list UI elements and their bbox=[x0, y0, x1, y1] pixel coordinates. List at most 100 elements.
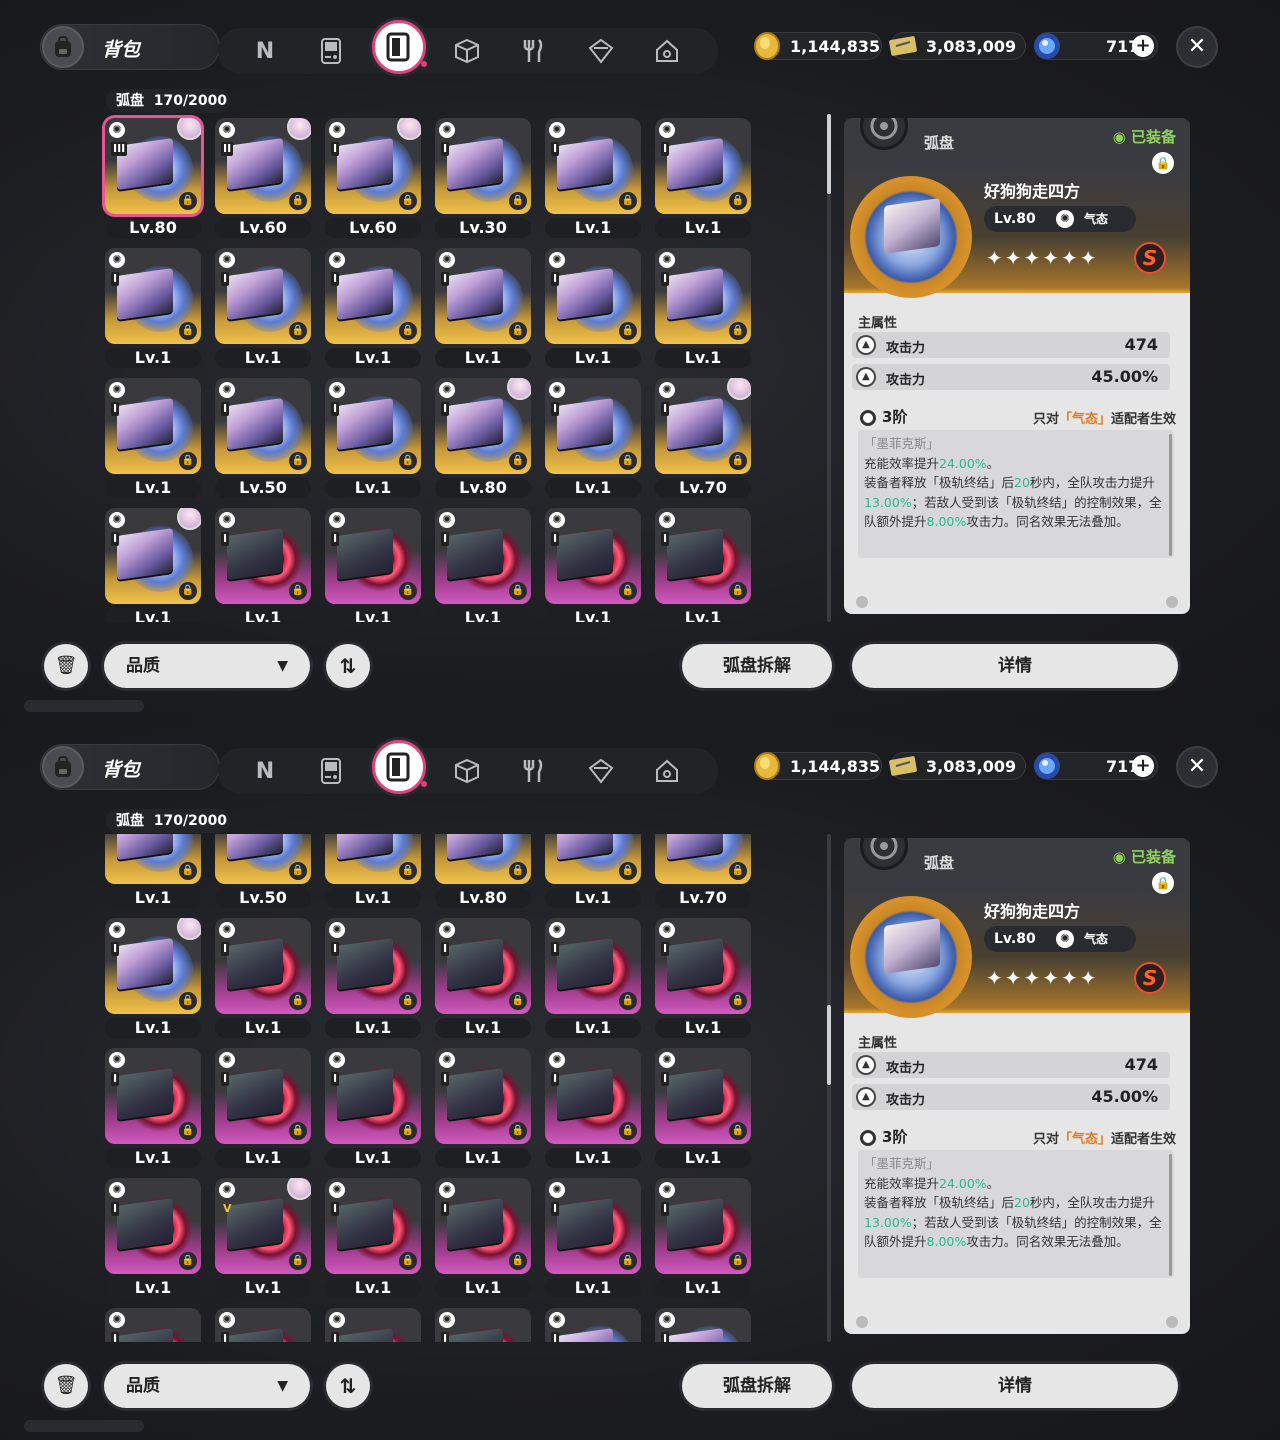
disc-card[interactable]: ✺ V 🔒 bbox=[215, 1178, 311, 1274]
lock-toggle-button[interactable]: 🔒 bbox=[1152, 872, 1174, 894]
disc-card[interactable]: ✺I🔒 bbox=[215, 248, 311, 344]
disc-card[interactable]: ✺I🔒 bbox=[215, 378, 311, 474]
disc-card[interactable]: ✺I🔒 bbox=[435, 1048, 531, 1144]
attribute-icon: ✺ bbox=[549, 122, 565, 138]
disc-card[interactable]: ✺I🔒 bbox=[545, 1048, 641, 1144]
disc-card[interactable]: ✺I🔒 bbox=[545, 834, 641, 884]
disc-card[interactable]: ✺I🔒 bbox=[325, 508, 421, 604]
close-button[interactable]: ✕ bbox=[1176, 26, 1218, 68]
trash-button[interactable]: 🗑 bbox=[44, 1364, 88, 1408]
disc-card[interactable]: ✺I🔒 bbox=[325, 1048, 421, 1144]
disc-card[interactable]: ✺I🔒 bbox=[105, 508, 201, 604]
disc-card[interactable]: ✺I🔒 bbox=[435, 1178, 531, 1274]
disc-card[interactable]: ✺I🔒 bbox=[105, 248, 201, 344]
disc-card[interactable]: ✺I🔒 bbox=[215, 1308, 311, 1342]
disc-card[interactable]: ✺I🔒 bbox=[435, 378, 531, 474]
sort-button[interactable]: ⇅ bbox=[326, 1364, 370, 1408]
disc-card[interactable]: ✺ II 🔒 bbox=[215, 118, 311, 214]
disc-card[interactable]: ✺I🔒 bbox=[545, 378, 641, 474]
tab-ticket[interactable] bbox=[580, 30, 622, 72]
tab-food[interactable] bbox=[512, 30, 554, 72]
close-button[interactable]: ✕ bbox=[1176, 746, 1218, 788]
grid-scrollbar[interactable] bbox=[827, 114, 831, 622]
scrollbar-thumb[interactable] bbox=[827, 114, 831, 194]
disc-card[interactable]: ✺I🔒 bbox=[105, 1308, 201, 1342]
sort-button[interactable]: ⇅ bbox=[326, 644, 370, 688]
disc-card[interactable]: ✺I🔒 bbox=[325, 834, 421, 884]
disc-card[interactable]: ✺I🔒 bbox=[655, 118, 751, 214]
details-button[interactable]: 详情 bbox=[852, 644, 1178, 688]
trash-icon: 🗑 bbox=[54, 655, 78, 676]
trash-button[interactable]: 🗑 bbox=[44, 644, 88, 688]
description-scrollbar[interactable] bbox=[1169, 434, 1172, 556]
tab-food[interactable] bbox=[512, 750, 554, 792]
details-button[interactable]: 详情 bbox=[852, 1364, 1178, 1408]
description-scrollbar[interactable] bbox=[1169, 1154, 1172, 1276]
disc-card[interactable]: ✺I🔒 bbox=[325, 248, 421, 344]
tab-ticket[interactable] bbox=[580, 750, 622, 792]
disc-card[interactable]: ✺I🔒 bbox=[215, 1048, 311, 1144]
disc-card[interactable]: ✺I🔒 bbox=[545, 1178, 641, 1274]
quality-dropdown[interactable]: 品质 ▼ bbox=[104, 1364, 310, 1408]
disc-card[interactable]: ✺I🔒 bbox=[435, 118, 531, 214]
ticket-amount: 3,083,009 bbox=[926, 756, 1017, 776]
disc-card[interactable]: ✺I🔒 bbox=[655, 378, 751, 474]
disc-card[interactable]: ✺I🔒 bbox=[655, 1048, 751, 1144]
disc-card[interactable]: ✺ III 🔒 bbox=[105, 118, 201, 214]
dismantle-button[interactable]: 弧盘拆解 bbox=[682, 644, 832, 688]
disc-card[interactable]: ✺I🔒 bbox=[325, 378, 421, 474]
disc-card[interactable]: ✺I🔒 bbox=[655, 1308, 751, 1342]
add-currency-button[interactable]: + bbox=[1132, 35, 1154, 57]
attribute-icon: ✺ bbox=[109, 512, 125, 528]
disc-level: Lv.80 bbox=[994, 931, 1036, 947]
add-currency-button[interactable]: + bbox=[1132, 755, 1154, 777]
inventory-count: 弧盘 170/2000 bbox=[106, 89, 230, 113]
disc-card[interactable]: ✺I🔒 bbox=[435, 918, 531, 1014]
disc-card[interactable]: ✺I🔒 bbox=[545, 248, 641, 344]
disc-card[interactable]: ✺I🔒 bbox=[435, 248, 531, 344]
disc-card[interactable]: ✺I🔒 bbox=[545, 118, 641, 214]
disc-card[interactable]: ✺I🔒 bbox=[325, 118, 421, 214]
disc-card[interactable]: ✺I🔒 bbox=[105, 1178, 201, 1274]
disc-card[interactable]: ✺I🔒 bbox=[215, 834, 311, 884]
disc-card[interactable]: ✺I🔒 bbox=[545, 508, 641, 604]
tab-disc[interactable] bbox=[372, 740, 427, 794]
disc-card[interactable]: ✺I🔒 bbox=[545, 918, 641, 1014]
disc-card[interactable]: ✺I🔒 bbox=[105, 1048, 201, 1144]
disc-card[interactable]: ✺I🔒 bbox=[655, 918, 751, 1014]
tab-n-logo[interactable]: N bbox=[244, 30, 286, 72]
stat-row: ▲ 攻击力 474 bbox=[852, 332, 1170, 358]
tab-house[interactable] bbox=[646, 30, 688, 72]
disc-card[interactable]: ✺I🔒 bbox=[105, 918, 201, 1014]
grid-scrollbar[interactable] bbox=[827, 834, 831, 1342]
tab-house[interactable] bbox=[646, 750, 688, 792]
dismantle-button[interactable]: 弧盘拆解 bbox=[682, 1364, 832, 1408]
scrollbar-thumb[interactable] bbox=[827, 1005, 831, 1086]
disc-card[interactable]: ✺I🔒 bbox=[655, 834, 751, 884]
disc-card[interactable]: ✺I🔒 bbox=[325, 1178, 421, 1274]
disc-card[interactable]: ✺I🔒 bbox=[655, 1178, 751, 1274]
disc-card[interactable]: ✺I🔒 bbox=[105, 834, 201, 884]
tab-n-logo[interactable]: N bbox=[244, 750, 286, 792]
disc-category-icon bbox=[860, 838, 908, 870]
tab-gameboy[interactable] bbox=[310, 30, 352, 72]
disc-card[interactable]: ✺I🔒 bbox=[545, 1308, 641, 1342]
disc-card[interactable]: ✺I🔒 bbox=[325, 918, 421, 1014]
tab-cube[interactable] bbox=[446, 30, 488, 72]
tab-disc[interactable] bbox=[372, 20, 427, 74]
disc-card[interactable]: ✺I🔒 bbox=[435, 1308, 531, 1342]
quality-dropdown[interactable]: 品质 ▼ bbox=[104, 644, 310, 688]
lock-icon: 🔒 bbox=[729, 862, 747, 880]
disc-card[interactable]: ✺I🔒 bbox=[215, 508, 311, 604]
disc-card[interactable]: ✺I🔒 bbox=[105, 378, 201, 474]
disc-card[interactable]: ✺I🔒 bbox=[435, 834, 531, 884]
disc-card[interactable]: ✺I🔒 bbox=[655, 248, 751, 344]
equipped-avatar bbox=[397, 118, 421, 140]
disc-card[interactable]: ✺I🔒 bbox=[435, 508, 531, 604]
disc-card[interactable]: ✺I🔒 bbox=[655, 508, 751, 604]
tab-cube[interactable] bbox=[446, 750, 488, 792]
disc-card[interactable]: ✺I🔒 bbox=[215, 918, 311, 1014]
disc-card[interactable]: ✺I🔒 bbox=[325, 1308, 421, 1342]
lock-toggle-button[interactable]: 🔒 bbox=[1152, 152, 1174, 174]
tab-gameboy[interactable] bbox=[310, 750, 352, 792]
